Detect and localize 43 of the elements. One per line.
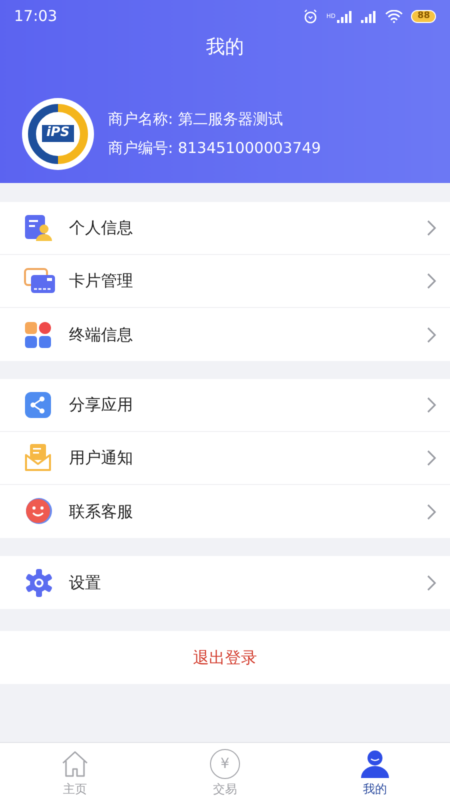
- menu-label: 卡片管理: [69, 270, 134, 292]
- settings-icon: [24, 568, 54, 598]
- chevron-icon: [426, 450, 436, 466]
- menu-item[interactable]: 用户通知: [0, 432, 450, 485]
- apps-icon: [24, 320, 52, 348]
- smiley-icon: [24, 496, 54, 526]
- alarm-icon: [303, 9, 318, 24]
- menu-label: 终端信息: [69, 324, 134, 346]
- home-icon: [60, 749, 90, 779]
- merchant-number: 商户编号: 813451000003749: [108, 138, 321, 158]
- page-title: 我的: [206, 35, 244, 60]
- wifi-icon: [385, 10, 404, 23]
- status-time: 17:03: [14, 6, 58, 28]
- merchant-logo: iPS: [22, 98, 94, 170]
- menu-item[interactable]: 设置: [0, 556, 450, 609]
- menu-label: 个人信息: [69, 217, 134, 239]
- envelope-icon: [24, 443, 52, 473]
- menu-label: 用户通知: [69, 447, 134, 469]
- tab[interactable]: 我的: [300, 743, 450, 800]
- chevron-icon: [426, 397, 436, 413]
- merchant-name: 商户名称: 第二服务器测试: [108, 109, 284, 130]
- logout-button[interactable]: 退出登录: [193, 646, 257, 670]
- share-icon: [24, 391, 52, 419]
- yen-icon: ¥: [210, 749, 240, 779]
- chevron-icon: [426, 220, 436, 236]
- chevron-icon: [426, 574, 436, 590]
- card-icon: [24, 267, 56, 295]
- battery-indicator: 88: [411, 10, 436, 23]
- menu-item[interactable]: 联系客服: [0, 485, 450, 538]
- chevron-icon: [426, 326, 436, 342]
- id-card-icon: [24, 214, 52, 242]
- chevron-icon: [426, 504, 436, 520]
- signal-icon: [337, 10, 354, 22]
- chevron-icon: [426, 273, 436, 289]
- menu-label: 设置: [69, 572, 102, 594]
- menu-label: 分享应用: [69, 394, 134, 416]
- menu-label: 联系客服: [69, 500, 134, 522]
- user-icon: [360, 749, 390, 779]
- menu-item[interactable]: 卡片管理: [0, 255, 450, 308]
- menu-item[interactable]: 分享应用: [0, 379, 450, 432]
- menu-item[interactable]: 终端信息: [0, 308, 450, 361]
- signal-icon: [361, 10, 378, 22]
- menu-item[interactable]: 个人信息: [0, 202, 450, 255]
